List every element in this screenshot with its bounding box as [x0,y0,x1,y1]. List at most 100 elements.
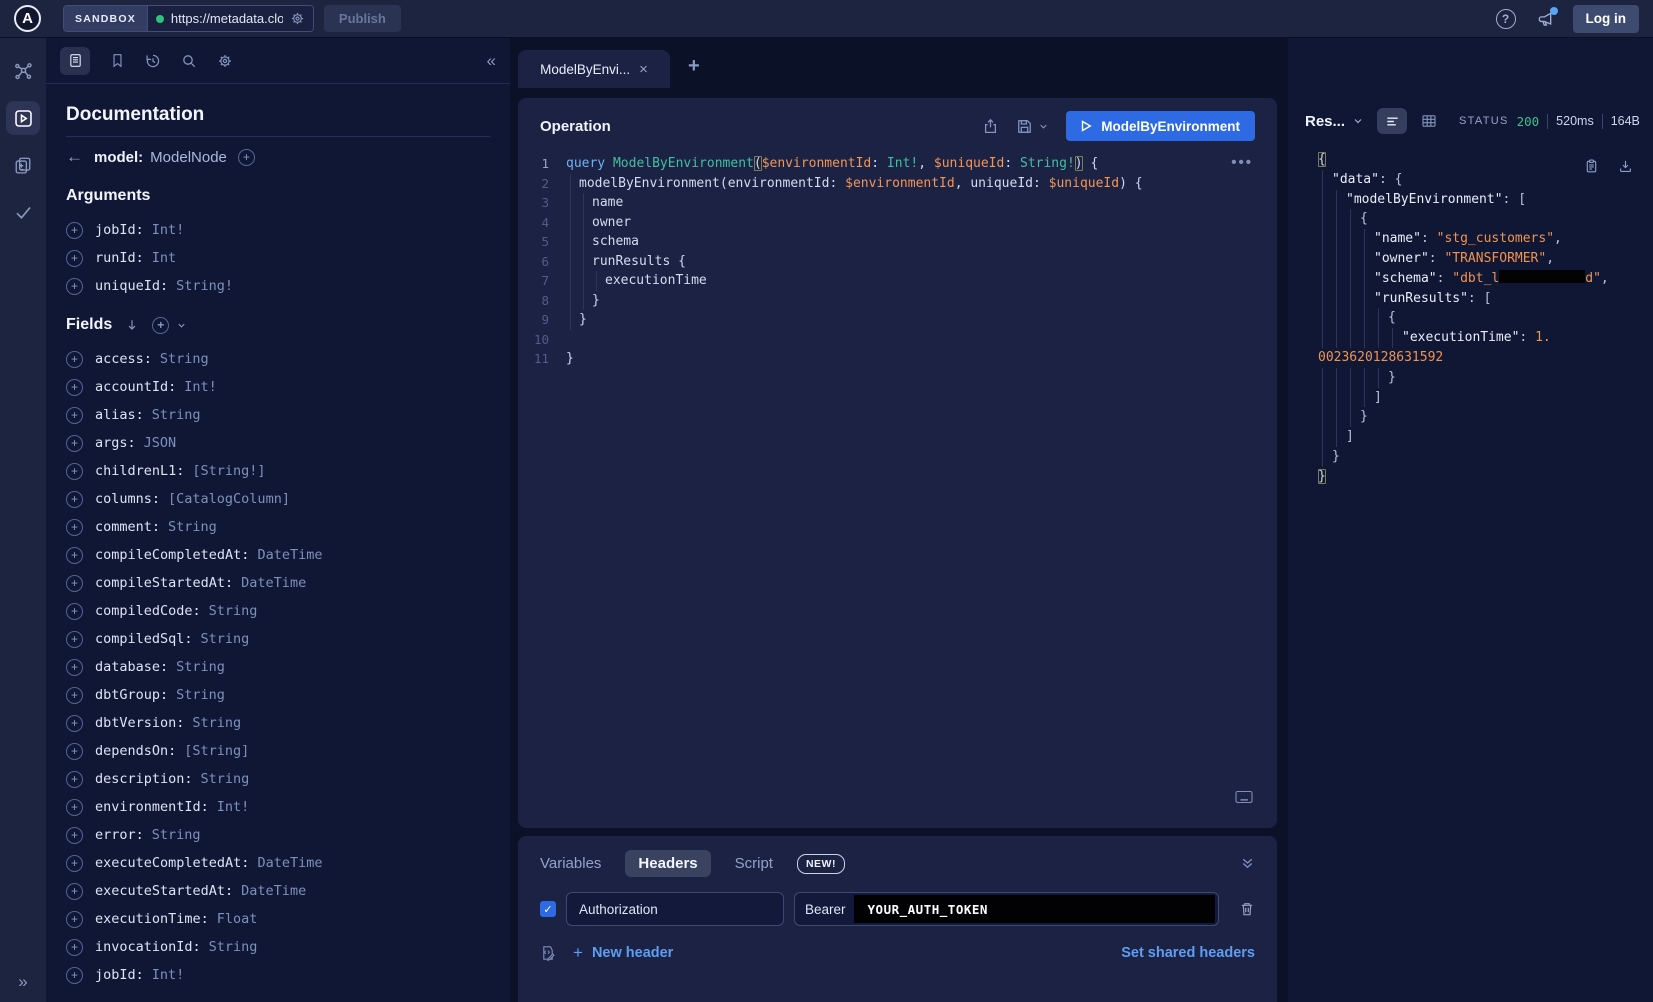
field-name[interactable]: jobId: [95,967,144,983]
add-to-query-icon[interactable]: + [66,771,83,788]
field-type[interactable]: String! [176,278,233,294]
header-enabled-checkbox[interactable]: ✓ [540,901,556,917]
apollo-logo[interactable]: A [14,5,41,32]
tab-script[interactable]: Script [735,855,773,872]
editor-menu-icon[interactable]: ••• [1231,154,1253,171]
field-name[interactable]: executionTime: [95,911,209,927]
delete-header-icon[interactable] [1239,901,1255,917]
field-name[interactable]: compiledSql: [95,631,193,647]
field-type[interactable]: DateTime [241,883,306,899]
field-type[interactable]: Float [217,911,258,927]
add-to-query-icon[interactable]: + [66,631,83,648]
keyboard-shortcuts-icon[interactable] [1235,790,1253,804]
response-json-viewer[interactable]: {"data": {"modelByEnvironment": [{"name"… [1318,150,1651,487]
field-type[interactable]: String [168,519,217,535]
field-name[interactable]: dbtGroup: [95,687,168,703]
login-button[interactable]: Log in [1573,5,1640,33]
field-name[interactable]: access: [95,351,152,367]
field-type[interactable]: DateTime [241,575,306,591]
add-to-query-icon[interactable]: + [66,883,83,900]
sort-fields-icon[interactable] [125,318,139,332]
header-value-input[interactable]: Bearer YOUR_AUTH_TOKEN [794,892,1219,926]
add-to-query-icon[interactable]: + [66,743,83,760]
field-type[interactable]: Int! [184,379,217,395]
share-operation-icon[interactable] [982,118,999,135]
add-to-query-icon[interactable]: + [66,491,83,508]
field-type[interactable]: String [209,939,258,955]
add-to-query-icon[interactable]: + [66,799,83,816]
field-type[interactable]: String [201,631,250,647]
documentation-tab-icon[interactable] [60,47,90,75]
field-type[interactable]: String [160,351,209,367]
table-view-toggle[interactable] [1414,108,1444,134]
add-to-query-icon[interactable]: + [66,659,83,676]
back-arrow-icon[interactable]: ← [66,147,83,167]
field-name[interactable]: accountId: [95,379,176,395]
field-type[interactable]: [String!] [192,463,265,479]
field-name[interactable]: childrenL1: [95,463,184,479]
add-to-query-icon[interactable]: + [66,278,83,295]
field-name[interactable]: description: [95,771,193,787]
add-to-query-icon[interactable]: + [66,575,83,592]
field-name[interactable]: dbtVersion: [95,715,184,731]
add-model-icon[interactable]: + [238,149,255,166]
tab-headers[interactable]: Headers [625,850,710,877]
field-name[interactable]: uniqueId: [95,278,168,294]
field-name[interactable]: compiledCode: [95,603,201,619]
announcements-megaphone-icon[interactable] [1536,10,1555,28]
field-type[interactable]: Int! [152,967,185,983]
add-to-query-icon[interactable]: + [66,222,83,239]
add-to-query-icon[interactable]: + [66,547,83,564]
response-dropdown-chevron-icon[interactable] [1352,115,1364,127]
field-type[interactable]: Int [152,250,176,266]
add-to-query-icon[interactable]: + [66,519,83,536]
endpoint-url-input[interactable]: https://metadata.cloud.get [148,6,313,31]
model-type-link[interactable]: ModelNode [150,149,227,166]
add-to-query-icon[interactable]: + [66,967,83,984]
add-to-query-icon[interactable]: + [66,351,83,368]
field-name[interactable]: invocationId: [95,939,201,955]
field-name[interactable]: compileCompletedAt: [95,547,249,563]
field-type[interactable]: String [209,603,258,619]
tab-variables[interactable]: Variables [540,855,601,872]
new-tab-icon[interactable]: + [688,55,700,78]
help-icon[interactable]: ? [1496,9,1516,29]
new-header-button[interactable]: + New header [573,943,673,963]
raw-view-toggle[interactable] [1377,108,1407,134]
edit-raw-headers-icon[interactable] [540,945,556,961]
add-all-fields-icon[interactable]: + [152,317,169,334]
save-operation-group[interactable] [1016,118,1049,135]
field-name[interactable]: database: [95,659,168,675]
schema-graph-icon[interactable] [6,54,40,88]
collapse-panel-icon[interactable]: « [487,51,496,71]
add-to-query-icon[interactable]: + [66,855,83,872]
field-name[interactable]: executeCompletedAt: [95,855,249,871]
add-to-query-icon[interactable]: + [66,250,83,267]
field-type[interactable]: DateTime [257,855,322,871]
expand-rail-icon[interactable]: » [0,972,46,992]
field-name[interactable]: args: [95,435,136,451]
operation-collections-icon[interactable] [6,148,40,182]
field-name[interactable]: columns: [95,491,160,507]
download-response-icon[interactable] [1618,158,1633,174]
add-to-query-icon[interactable]: + [66,407,83,424]
add-to-query-icon[interactable]: + [66,715,83,732]
field-type[interactable]: Int! [152,222,185,238]
field-name[interactable]: alias: [95,407,144,423]
field-type[interactable]: String [152,407,201,423]
field-name[interactable]: error: [95,827,144,843]
field-name[interactable]: environmentId: [95,799,209,815]
graphql-editor[interactable]: 1query ModelByEnvironment($environmentId… [518,154,1277,369]
field-name[interactable]: executeStartedAt: [95,883,233,899]
close-tab-icon[interactable]: × [639,61,648,78]
add-to-query-icon[interactable]: + [66,379,83,396]
auth-token-value[interactable]: YOUR_AUTH_TOKEN [854,895,1215,923]
history-icon[interactable] [145,53,161,69]
run-operation-button[interactable]: ModelByEnvironment [1066,111,1255,141]
explorer-icon[interactable] [6,101,40,135]
field-type[interactable]: Int! [217,799,250,815]
search-icon[interactable] [181,53,197,69]
add-to-query-icon[interactable]: + [66,939,83,956]
copy-response-icon[interactable] [1584,158,1599,174]
publish-button[interactable]: Publish [324,5,401,32]
